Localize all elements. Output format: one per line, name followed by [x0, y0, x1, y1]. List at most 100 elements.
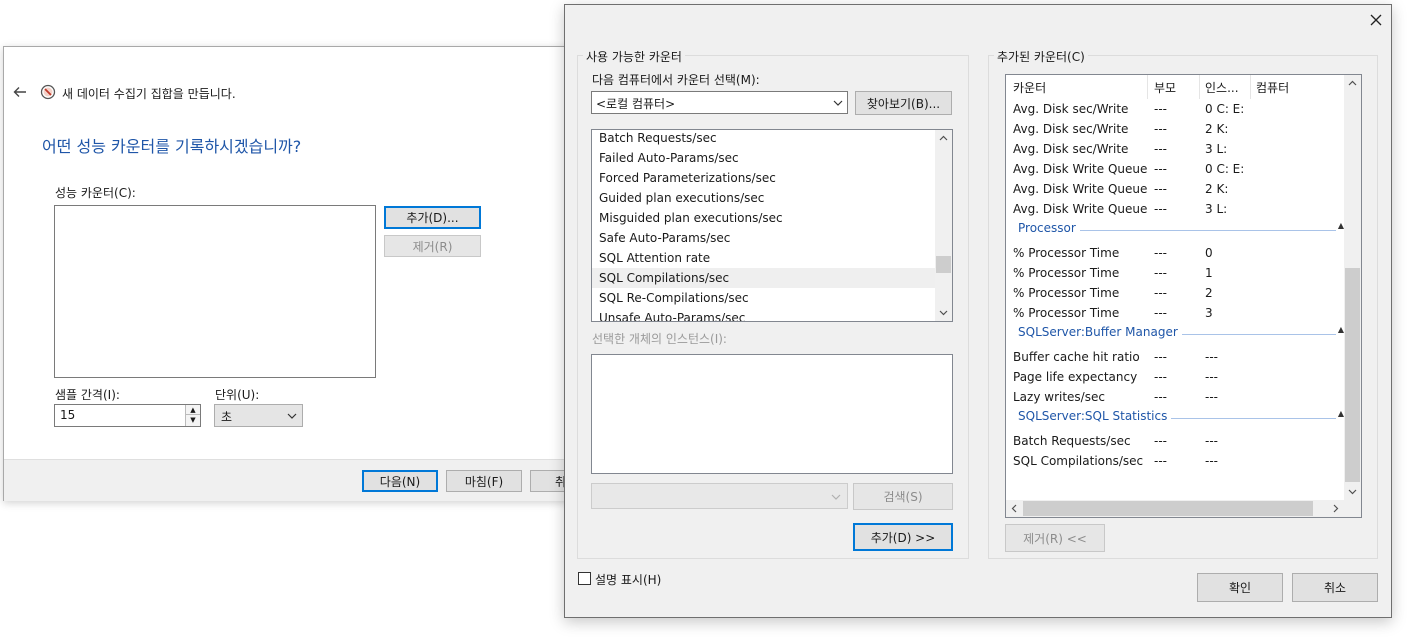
show-description-checkbox[interactable]: [578, 572, 591, 585]
browse-button[interactable]: 찾아보기(B)...: [855, 91, 952, 115]
column-header-parent[interactable]: 부모: [1154, 79, 1194, 96]
counter-list-item[interactable]: Guided plan executions/sec: [592, 188, 935, 208]
chevron-up-icon[interactable]: [1344, 75, 1361, 92]
unit-select[interactable]: 초: [214, 404, 303, 427]
counter-list-item[interactable]: Forced Parameterizations/sec: [592, 168, 935, 188]
back-arrow-icon[interactable]: [12, 84, 28, 100]
table-row[interactable]: % Processor Time --- 2: [1006, 283, 1346, 303]
column-divider[interactable]: [1250, 75, 1251, 99]
table-row[interactable]: SQL Compilations/sec --- ---: [1006, 451, 1346, 471]
chevron-right-icon[interactable]: [1327, 500, 1344, 517]
cell-counter: Batch Requests/sec: [1013, 434, 1131, 448]
added-table-hscroll[interactable]: [1006, 500, 1361, 517]
counter-list-scrollbar[interactable]: [935, 130, 952, 321]
chevron-down-icon[interactable]: [1344, 483, 1361, 500]
table-row[interactable]: Avg. Disk sec/Write --- 3 L:: [1006, 139, 1346, 159]
instances-list[interactable]: [591, 354, 953, 474]
counter-list-item[interactable]: Batch Requests/sec: [592, 130, 935, 148]
cancel-button[interactable]: 취소: [1292, 573, 1378, 602]
add-counters-dialog: 사용 가능한 카운터 다음 컴퓨터에서 카운터 선택(M): <로컬 컴퓨터> …: [564, 4, 1392, 618]
cell-instance: 3: [1205, 306, 1213, 320]
table-row[interactable]: Avg. Disk sec/Write --- 2 K:: [1006, 119, 1346, 139]
cell-parent: ---: [1154, 370, 1167, 384]
table-row[interactable]: % Processor Time --- 3: [1006, 303, 1346, 323]
column-divider[interactable]: [1147, 75, 1148, 99]
table-row[interactable]: % Processor Time --- 0: [1006, 243, 1346, 263]
cell-instance: 0: [1205, 246, 1213, 260]
perfmon-icon: [40, 84, 56, 100]
sample-interval-input[interactable]: 15 ▲ ▼: [54, 404, 201, 427]
finish-button[interactable]: 마침(F): [446, 470, 522, 492]
counter-list-item[interactable]: SQL Attention rate: [592, 248, 935, 268]
computer-select[interactable]: <로컬 컴퓨터>: [591, 91, 848, 114]
table-row[interactable]: Avg. Disk sec/Write --- 0 C: E:: [1006, 99, 1346, 119]
cell-counter: Avg. Disk sec/Write: [1013, 142, 1129, 156]
cell-counter: % Processor Time: [1013, 246, 1120, 260]
cell-counter: Lazy writes/sec: [1013, 390, 1105, 404]
wizard-remove-button[interactable]: 제거(R): [384, 235, 481, 257]
close-icon[interactable]: [1369, 13, 1383, 27]
cell-counter: % Processor Time: [1013, 306, 1120, 320]
cell-counter: Page life expectancy: [1013, 370, 1138, 384]
counter-list-item[interactable]: Failed Auto-Params/sec: [592, 148, 935, 168]
counter-list-item[interactable]: Safe Auto-Params/sec: [592, 228, 935, 248]
cell-parent: ---: [1154, 162, 1167, 176]
counter-list-item[interactable]: SQL Compilations/sec: [592, 268, 935, 288]
remove-counter-button[interactable]: 제거(R) <<: [1005, 524, 1105, 552]
column-header-counter[interactable]: 카운터: [1013, 79, 1143, 96]
column-header-instance[interactable]: 인스...: [1205, 79, 1245, 96]
show-description-label[interactable]: 설명 표시(H): [595, 571, 661, 588]
cell-instance: ---: [1205, 370, 1218, 384]
added-table-vscroll[interactable]: [1344, 75, 1361, 501]
cell-parent: ---: [1154, 306, 1167, 320]
table-row[interactable]: Avg. Disk Write Queue... --- 2 K:: [1006, 179, 1346, 199]
table-row[interactable]: % Processor Time --- 1: [1006, 263, 1346, 283]
scroll-thumb[interactable]: [1345, 268, 1360, 482]
add-counter-button[interactable]: 추가(D) >>: [853, 523, 953, 551]
cell-instance: 2 K:: [1205, 122, 1229, 136]
counter-list-item[interactable]: SQL Re-Compilations/sec: [592, 288, 935, 308]
table-row[interactable]: Avg. Disk Write Queue... --- 0 C: E:: [1006, 159, 1346, 179]
search-combo[interactable]: [591, 483, 848, 509]
scroll-thumb[interactable]: [936, 256, 951, 273]
category-label: Processor: [1018, 221, 1080, 235]
scroll-thumb[interactable]: [1023, 501, 1313, 516]
counter-list[interactable]: Batch Requests/sec Failed Auto-Params/sec…: [591, 129, 953, 322]
instances-label: 선택한 개체의 인스턴스(I):: [592, 332, 727, 346]
spinner-down-button[interactable]: ▼: [185, 415, 200, 426]
column-divider[interactable]: [1199, 75, 1200, 99]
table-row[interactable]: Avg. Disk Write Queue... --- 3 L:: [1006, 199, 1346, 219]
counter-list-item[interactable]: Unsafe Auto-Params/sec: [592, 308, 935, 321]
cell-parent: ---: [1154, 182, 1167, 196]
counter-category[interactable]: Processor ▲: [1006, 219, 1346, 239]
counter-list-item[interactable]: Misguided plan executions/sec: [592, 208, 935, 228]
table-row[interactable]: Page life expectancy --- ---: [1006, 367, 1346, 387]
cell-parent: ---: [1154, 454, 1167, 468]
search-button[interactable]: 검색(S): [853, 483, 953, 510]
cell-instance: 0 C: E:: [1205, 162, 1245, 176]
spinner-up-button[interactable]: ▲: [185, 405, 200, 415]
table-header: 카운터 부모 인스... 컴퓨터: [1006, 75, 1346, 99]
performance-counters-list[interactable]: [54, 205, 376, 378]
cell-instance: 3 L:: [1205, 202, 1228, 216]
table-row[interactable]: Lazy writes/sec --- ---: [1006, 387, 1346, 407]
next-button[interactable]: 다음(N): [362, 470, 438, 492]
chevron-down-icon[interactable]: [935, 304, 952, 321]
table-row[interactable]: Batch Requests/sec --- ---: [1006, 431, 1346, 451]
cell-instance: 3 L:: [1205, 142, 1228, 156]
cell-counter: SQL Compilations/sec: [1013, 454, 1144, 468]
cell-instance: ---: [1205, 390, 1218, 404]
available-counters-title: 사용 가능한 카운터: [583, 48, 685, 65]
counter-category[interactable]: SQLServer:SQL Statistics ▲: [1006, 407, 1346, 427]
chevron-up-icon[interactable]: [935, 130, 952, 147]
added-counters-table[interactable]: 카운터 부모 인스... 컴퓨터 Avg. Disk sec/Write --- 0…: [1005, 74, 1362, 518]
wizard-add-button[interactable]: 추가(D)...: [384, 206, 481, 229]
cell-instance: ---: [1205, 454, 1218, 468]
chevron-left-icon[interactable]: [1006, 500, 1023, 517]
unit-label: 단위(U):: [215, 388, 260, 402]
counter-category[interactable]: SQLServer:Buffer Manager ▲: [1006, 323, 1346, 343]
ok-button[interactable]: 확인: [1197, 573, 1283, 602]
column-header-computer[interactable]: 컴퓨터: [1256, 79, 1336, 96]
sample-interval-label: 샘플 간격(I):: [55, 388, 120, 402]
table-row[interactable]: Buffer cache hit ratio --- ---: [1006, 347, 1346, 367]
